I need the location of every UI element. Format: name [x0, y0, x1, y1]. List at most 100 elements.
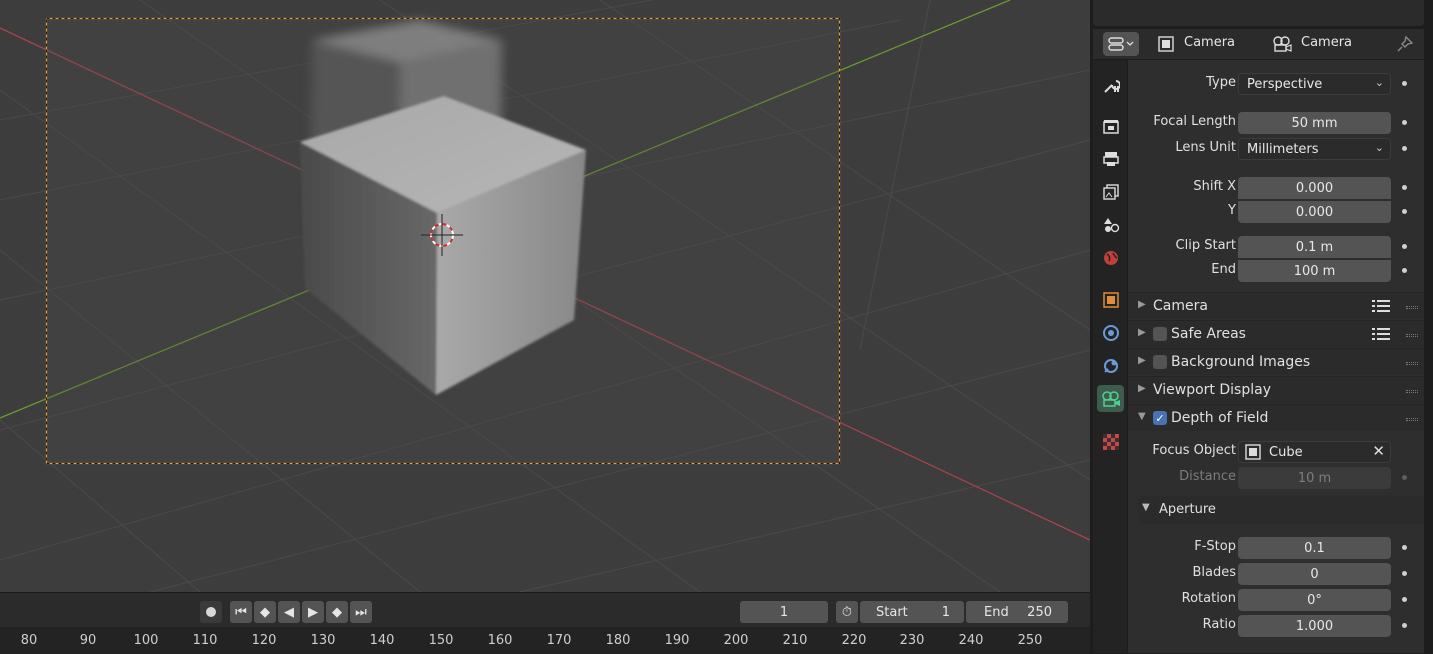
- properties-editor: Camera Camera Type Perspective ⌄ Focal L…: [1090, 0, 1433, 653]
- ruler-tick: 80: [20, 633, 38, 648]
- play-reverse-button[interactable]: ◀: [278, 601, 300, 623]
- fstop-field[interactable]: 0.1: [1238, 537, 1391, 559]
- ratio-row: Ratio 1.000: [1128, 614, 1424, 638]
- animate-property-dot[interactable]: [1402, 146, 1407, 151]
- current-frame-field[interactable]: 1: [740, 601, 828, 623]
- shift-x-value: 0.000: [1295, 180, 1334, 196]
- blades-field[interactable]: 0: [1238, 563, 1391, 585]
- section-camera[interactable]: ▶ Camera: [1128, 292, 1424, 319]
- focal-length-row: Focal Length 50 mm: [1128, 111, 1424, 135]
- shift-y-label: Y: [1228, 203, 1236, 218]
- drag-handle-icon[interactable]: [1406, 334, 1418, 337]
- animate-property-dot[interactable]: [1402, 185, 1407, 190]
- object-icon: [1245, 444, 1261, 460]
- animate-property-dot[interactable]: [1402, 623, 1407, 628]
- ruler-tick: 140: [369, 633, 395, 648]
- clear-icon[interactable]: ✕: [1372, 442, 1385, 460]
- tab-scene[interactable]: [1097, 211, 1124, 238]
- rotation-field[interactable]: 0°: [1238, 589, 1391, 611]
- data-name-breadcrumb[interactable]: Camera: [1301, 35, 1352, 50]
- section-viewport-display-title: Viewport Display: [1153, 382, 1271, 398]
- ruler-tick: 210: [782, 633, 808, 648]
- lens-unit-dropdown[interactable]: Millimeters ⌄: [1238, 138, 1391, 160]
- preview-range-button[interactable]: ⏱: [836, 601, 858, 623]
- jump-start-button[interactable]: ⏮: [230, 601, 252, 623]
- focal-length-field[interactable]: 50 mm: [1238, 112, 1391, 134]
- clip-end-field[interactable]: 100 m: [1238, 260, 1391, 282]
- distance-row: Distance 10 m: [1128, 466, 1424, 490]
- end-frame-field[interactable]: End 250: [966, 601, 1068, 623]
- scene-icon: [1103, 217, 1119, 232]
- background-images-checkbox[interactable]: [1153, 355, 1167, 369]
- editor-type-button[interactable]: [1103, 32, 1139, 56]
- animate-property-dot[interactable]: [1402, 571, 1407, 576]
- jump-end-button[interactable]: ⏭: [350, 601, 372, 623]
- tab-camera-data[interactable]: [1097, 385, 1124, 412]
- drag-handle-icon[interactable]: [1406, 306, 1418, 309]
- ratio-field[interactable]: 1.000: [1238, 615, 1391, 637]
- animate-property-dot[interactable]: [1402, 545, 1407, 550]
- section-depth-of-field[interactable]: ▼ ✓ Depth of Field: [1128, 404, 1424, 431]
- expand-arrow-icon: ▶: [1138, 327, 1146, 338]
- rotation-value: 0°: [1307, 592, 1322, 608]
- section-safe-areas[interactable]: ▶ Safe Areas: [1128, 320, 1424, 347]
- tab-view-layer[interactable]: [1097, 178, 1124, 205]
- section-viewport-display[interactable]: ▶ Viewport Display: [1128, 376, 1424, 403]
- shift-x-field[interactable]: 0.000: [1238, 177, 1391, 199]
- clip-start-field[interactable]: 0.1 m: [1238, 236, 1391, 258]
- 3d-viewport[interactable]: [0, 0, 1090, 592]
- depth-of-field-checkbox[interactable]: ✓: [1153, 411, 1167, 425]
- focal-length-label: Focal Length: [1153, 114, 1236, 129]
- drag-handle-icon[interactable]: [1406, 390, 1418, 393]
- animate-property-dot[interactable]: [1402, 268, 1407, 273]
- preset-list-icon[interactable]: [1372, 327, 1390, 341]
- tab-modifier[interactable]: [1097, 319, 1124, 346]
- blades-row: Blades 0: [1128, 562, 1424, 586]
- depth-of-field-body: Focus Object Cube ✕ Distance 10 m ▼ Aper…: [1128, 432, 1424, 653]
- start-value: 1: [941, 604, 950, 620]
- focus-object-field[interactable]: Cube ✕: [1238, 441, 1391, 463]
- jump-keyframe-back-button[interactable]: ◆: [254, 601, 276, 623]
- ruler-tick: 100: [133, 633, 159, 648]
- animate-property-dot[interactable]: [1402, 120, 1407, 125]
- ruler-tick: 220: [841, 633, 867, 648]
- pin-icon[interactable]: [1396, 35, 1414, 53]
- object-name-breadcrumb[interactable]: Camera: [1184, 35, 1235, 50]
- jump-start-icon: ⏮: [235, 604, 247, 620]
- animate-property-dot[interactable]: [1402, 244, 1407, 249]
- tab-output[interactable]: [1097, 145, 1124, 172]
- start-frame-field[interactable]: Start 1: [860, 601, 964, 623]
- texture-icon: [1102, 433, 1119, 450]
- chevron-down-icon: ⌄: [1374, 141, 1384, 154]
- aperture-subpanel-header[interactable]: ▼ Aperture: [1138, 496, 1424, 524]
- tab-physics[interactable]: [1097, 352, 1124, 379]
- tab-world[interactable]: [1097, 244, 1124, 271]
- fstop-row: F-Stop 0.1: [1128, 536, 1424, 560]
- modifier-icon: [1102, 324, 1119, 341]
- tab-render[interactable]: [1097, 112, 1124, 139]
- rotation-row: Rotation 0°: [1128, 588, 1424, 612]
- type-dropdown[interactable]: Perspective ⌄: [1238, 73, 1391, 95]
- shift-y-row: Y 0.000: [1128, 200, 1424, 224]
- record-button[interactable]: [200, 601, 222, 623]
- animate-property-dot[interactable]: [1402, 81, 1407, 86]
- section-background-images[interactable]: ▶ Background Images: [1128, 348, 1424, 375]
- preset-list-icon[interactable]: [1372, 299, 1390, 313]
- frame-ruler[interactable]: 80 90 100 110 120 130 140 150 160 170 18…: [0, 627, 1090, 654]
- keyframe-back-icon: ◆: [260, 604, 270, 620]
- drag-handle-icon[interactable]: [1406, 418, 1418, 421]
- tab-tool[interactable]: [1097, 72, 1124, 99]
- section-camera-title: Camera: [1153, 298, 1208, 314]
- blades-label: Blades: [1192, 565, 1236, 580]
- ruler-tick: 240: [958, 633, 984, 648]
- shift-y-field[interactable]: 0.000: [1238, 201, 1391, 223]
- animate-property-dot[interactable]: [1402, 597, 1407, 602]
- tab-object[interactable]: [1097, 286, 1124, 313]
- safe-areas-checkbox[interactable]: [1153, 327, 1167, 341]
- tab-texture[interactable]: [1097, 428, 1124, 455]
- aperture-title: Aperture: [1159, 502, 1216, 517]
- play-button[interactable]: ▶: [302, 601, 324, 623]
- jump-keyframe-forward-button[interactable]: ◆: [326, 601, 348, 623]
- animate-property-dot[interactable]: [1402, 209, 1407, 214]
- drag-handle-icon[interactable]: [1406, 362, 1418, 365]
